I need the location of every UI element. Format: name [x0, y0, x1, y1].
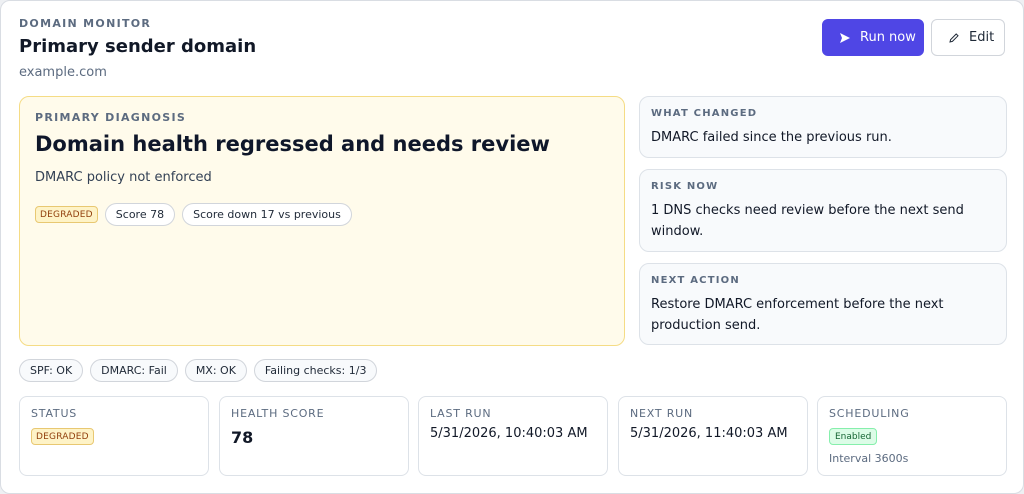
status-badge: DEGRADED	[31, 428, 94, 445]
what-changed-text: DMARC failed since the previous run.	[651, 130, 892, 145]
health-score-value: 78	[231, 428, 254, 447]
risk-now-card: RISK NOW 1 DNS checks need review before…	[639, 169, 1007, 252]
send-icon	[839, 32, 851, 44]
dmarc-check-chip: DMARC: Fail	[90, 359, 178, 382]
edit-label: Edit	[969, 30, 995, 45]
domain-name: example.com	[19, 65, 107, 80]
risk-now-text: 1 DNS checks need review before the next…	[651, 203, 964, 239]
last-run-value: 5/31/2026, 10:40:03 AM	[430, 426, 588, 441]
health-score-label: HEALTH SCORE	[231, 407, 325, 420]
header: DOMAIN MONITOR Primary sender domain exa…	[19, 17, 1005, 87]
next-action-text: Restore DMARC enforcement before the nex…	[651, 297, 944, 333]
score-pill: Score 78	[104, 203, 176, 226]
diagnosis-title: Domain health regressed and needs review	[35, 132, 550, 156]
primary-diagnosis-panel: PRIMARY DIAGNOSIS Domain health regresse…	[19, 96, 625, 346]
scheduling-label: SCHEDULING	[829, 407, 910, 420]
last-run-label: LAST RUN	[430, 407, 492, 420]
pencil-icon	[948, 32, 960, 44]
stats-row: STATUS DEGRADED HEALTH SCORE 78 LAST RUN…	[19, 396, 1007, 476]
status-stat-card: STATUS DEGRADED	[19, 396, 209, 476]
what-changed-card: WHAT CHANGED DMARC failed since the prev…	[639, 96, 1007, 158]
last-run-stat-card: LAST RUN 5/31/2026, 10:40:03 AM	[418, 396, 608, 476]
run-now-button[interactable]: Run now	[822, 19, 924, 56]
failing-checks-chip: Failing checks: 1/3	[253, 359, 378, 382]
diagnosis-subtitle: DMARC policy not enforced	[35, 170, 212, 185]
next-run-value: 5/31/2026, 11:40:03 AM	[630, 426, 788, 441]
score-trend-pill: Score down 17 vs previous	[182, 203, 352, 226]
health-score-stat-card: HEALTH SCORE 78	[219, 396, 409, 476]
edit-button[interactable]: Edit	[931, 19, 1005, 56]
next-action-card: NEXT ACTION Restore DMARC enforcement be…	[639, 263, 1007, 345]
next-action-eyebrow: NEXT ACTION	[651, 275, 740, 286]
status-badge: DEGRADED	[35, 206, 98, 223]
diagnosis-eyebrow: PRIMARY DIAGNOSIS	[35, 111, 187, 124]
run-now-label: Run now	[860, 30, 916, 45]
diagnosis-pills: DEGRADED Score 78 Score down 17 vs previ…	[35, 203, 609, 226]
scheduling-enabled-badge: Enabled	[829, 428, 878, 445]
header-actions: Run now Edit	[822, 19, 1005, 56]
what-changed-eyebrow: WHAT CHANGED	[651, 108, 758, 119]
next-run-label: NEXT RUN	[630, 407, 694, 420]
domain-monitor-card: DOMAIN MONITOR Primary sender domain exa…	[0, 0, 1024, 494]
risk-now-eyebrow: RISK NOW	[651, 181, 719, 192]
next-run-stat-card: NEXT RUN 5/31/2026, 11:40:03 AM	[618, 396, 808, 476]
status-label: STATUS	[31, 407, 78, 420]
mx-check-chip: MX: OK	[184, 359, 247, 382]
spf-check-chip: SPF: OK	[19, 359, 84, 382]
dns-check-chips: SPF: OK DMARC: Fail MX: OK Failing check…	[19, 359, 378, 382]
scheduling-interval: Interval 3600s	[829, 452, 909, 465]
scheduling-stat-card: SCHEDULING Enabled Interval 3600s	[817, 396, 1007, 476]
